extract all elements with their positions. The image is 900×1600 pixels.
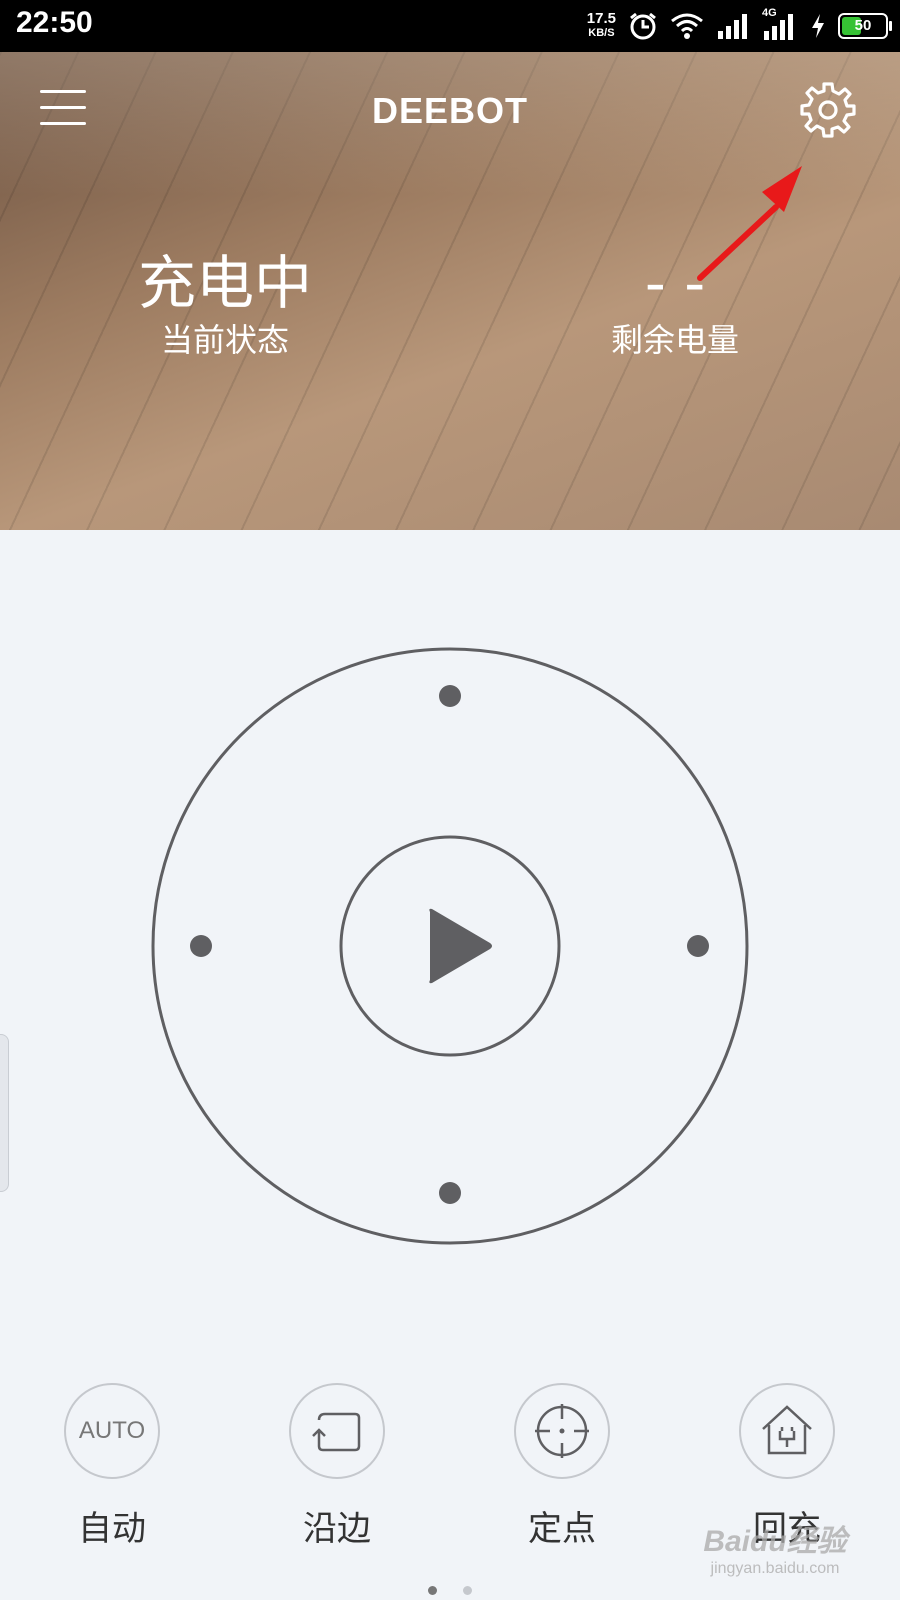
left-button[interactable] (190, 935, 212, 957)
status-label: 当前状态 (160, 321, 289, 359)
signal-icon (718, 14, 747, 39)
wifi-icon (671, 13, 703, 39)
charging-icon (812, 14, 824, 38)
home-charge-icon (762, 1405, 812, 1455)
speed-unit: KB/S (588, 27, 615, 39)
edge-mode-button[interactable]: 沿边 (277, 1383, 397, 1550)
battery-icon: 50 (838, 13, 892, 39)
page-dot[interactable] (462, 1586, 472, 1595)
battery-label: 剩余电量 (610, 321, 739, 359)
battery-value: - - (644, 249, 706, 317)
edge-mode-label: 沿边 (303, 1509, 371, 1549)
watermark-sub: jingyan.baidu.com (710, 1560, 840, 1577)
direction-pad (151, 647, 749, 1245)
page-indicator (0, 1580, 900, 1599)
spot-mode-label: 定点 (528, 1509, 596, 1549)
watermark: Baidu经验 jingyan.baidu.com (690, 1516, 860, 1578)
up-button[interactable] (439, 685, 461, 707)
edge-icon (312, 1412, 361, 1452)
app-title: DEEBOT (371, 90, 528, 131)
auto-icon: AUTO (64, 1383, 160, 1479)
speed-value: 17.5 (586, 10, 616, 27)
page-dot[interactable] (428, 1586, 438, 1595)
battery-level: 50 (854, 17, 872, 34)
spot-mode-button[interactable]: 定点 (502, 1383, 622, 1550)
status-time: 22:50 (16, 6, 93, 39)
play-button[interactable] (339, 835, 561, 1057)
current-status: 充电中 当前状态 (75, 248, 375, 360)
down-button[interactable] (439, 1182, 461, 1204)
side-drawer-handle[interactable] (0, 1034, 9, 1192)
status-icons: 17.5 KB/S 4G 50 (586, 7, 892, 44)
status-bar: 22:50 17.5 KB/S 4G 50 (0, 0, 900, 52)
auto-mode-label: 自动 (78, 1509, 146, 1549)
status-value: 充电中 (137, 249, 312, 317)
right-button[interactable] (687, 935, 709, 957)
watermark-main: Baidu经验 (703, 1525, 847, 1558)
header-banner: DEEBOT 充电中 当前状态 - - 剩余电量 (0, 52, 900, 530)
auto-mode-button[interactable]: AUTO 自动 (52, 1383, 172, 1550)
alarm-icon (630, 12, 656, 40)
signal-4g-icon: 4G (762, 7, 798, 41)
spot-icon (535, 1404, 589, 1458)
remaining-battery: - - 剩余电量 (525, 248, 825, 360)
network-speed: 17.5 KB/S (586, 10, 616, 40)
